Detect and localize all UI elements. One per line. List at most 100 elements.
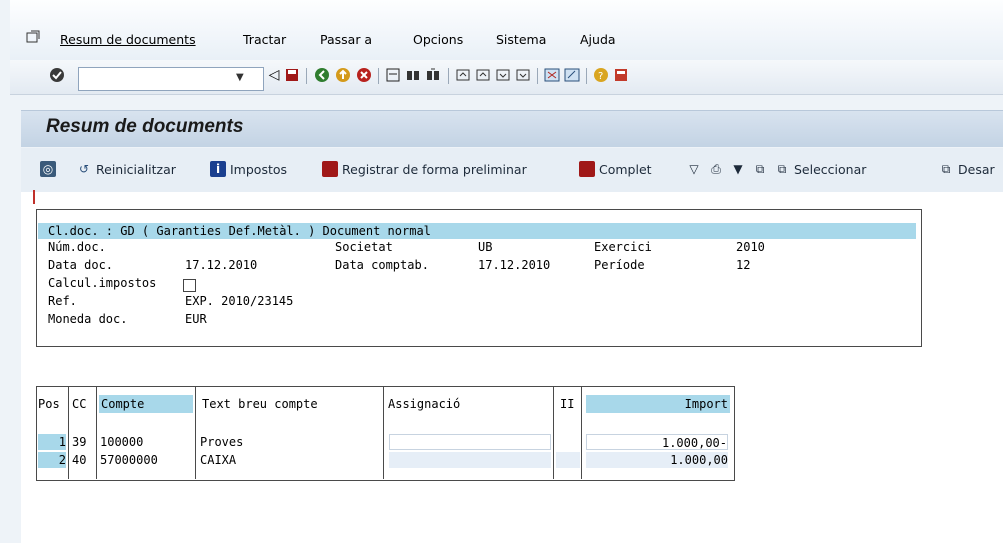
select-icon: ⧉ — [777, 162, 787, 176]
column-header-amount[interactable]: Import — [586, 395, 730, 413]
row-2-account: 57000000 — [100, 453, 158, 467]
doc-date-value: 17.12.2010 — [185, 258, 258, 272]
print-icon[interactable] — [384, 66, 402, 84]
save-icon — [579, 161, 595, 177]
sort-icon: ▼ — [733, 162, 743, 176]
company-value: UB — [478, 240, 493, 254]
column-divider — [581, 387, 582, 479]
column-divider — [68, 387, 69, 479]
reset-button[interactable]: ↺ Reinicialitzar — [76, 161, 176, 177]
save-icon[interactable] — [283, 66, 301, 84]
reset-icon: ↺ — [78, 162, 90, 176]
posting-date-value: 17.12.2010 — [478, 258, 551, 272]
display-button[interactable]: ◎ — [40, 161, 56, 177]
select-all-icon: ⧉ — [755, 162, 765, 176]
toolbar-separator — [306, 68, 307, 84]
park-button[interactable]: Registrar de forma preliminar — [322, 161, 527, 177]
print-list-button[interactable]: ⎙ — [708, 161, 724, 177]
currency-label: Moneda doc. — [48, 312, 128, 326]
select-all-button[interactable]: ⧉ — [752, 161, 768, 177]
company-label: Societat — [335, 240, 393, 254]
column-header-text[interactable]: Text breu compte — [202, 395, 380, 413]
column-header-cc[interactable]: CC — [72, 395, 94, 413]
shortcut-icon[interactable] — [563, 66, 581, 84]
taxes-label: Impostos — [230, 161, 288, 177]
find-icon[interactable] — [404, 66, 422, 84]
menu-tractar[interactable]: Tractar — [243, 32, 286, 47]
currency-value: EUR — [185, 312, 207, 326]
menu-passar[interactable]: Passar a — [320, 32, 372, 47]
taxes-button[interactable]: i Impostos — [210, 161, 287, 177]
menu-resum[interactable]: Resum de documents — [60, 32, 196, 47]
posting-date-label: Data comptab. — [335, 258, 429, 272]
reference-value: EXP. 2010/23145 — [185, 294, 294, 308]
row-1-text: Proves — [200, 435, 244, 449]
row-2-amount[interactable]: 1.000,00 — [586, 452, 728, 468]
complete-button[interactable]: Complet — [579, 161, 652, 177]
filter-button[interactable]: ▽ — [686, 161, 702, 177]
column-header-assignment[interactable]: Assignació — [388, 395, 550, 413]
deselect-label: Desar — [958, 161, 995, 177]
cursor-marker — [33, 190, 35, 204]
row-1-ii — [556, 434, 580, 450]
sum-button[interactable]: ▼ — [730, 161, 746, 177]
row-1-pos[interactable]: 1 — [38, 434, 66, 450]
back-icon[interactable]: ◁ — [265, 66, 283, 84]
display-icon: ◎ — [40, 161, 56, 177]
row-1-amount[interactable]: 1.000,00- — [586, 434, 728, 450]
fiscal-year-label: Exercici — [594, 240, 652, 254]
select-button[interactable]: ⧉ Seleccionar — [774, 161, 867, 177]
reset-label: Reinicialitzar — [96, 161, 176, 177]
deselect-icon: ⧉ — [941, 162, 951, 176]
column-header-ii[interactable]: II — [560, 395, 578, 413]
enter-icon[interactable] — [48, 66, 66, 84]
calc-tax-checkbox[interactable] — [183, 279, 196, 292]
row-2-assignment[interactable] — [389, 452, 551, 468]
page-title: Resum de documents — [46, 116, 244, 137]
last-page-icon[interactable] — [514, 66, 532, 84]
row-2-ii — [556, 452, 580, 468]
complete-label: Complet — [599, 161, 652, 177]
save-icon — [322, 161, 338, 177]
period-value: 12 — [736, 258, 751, 272]
deselect-button[interactable]: ⧉ Desar — [938, 161, 995, 177]
park-label: Registrar de forma preliminar — [342, 161, 527, 177]
toolbar-separator — [537, 68, 538, 84]
row-2-text: CAIXA — [200, 453, 237, 467]
cancel-icon[interactable] — [355, 66, 373, 84]
toolbar-separator — [586, 68, 587, 84]
menu-ajuda[interactable]: Ajuda — [580, 32, 616, 47]
menu-icon[interactable] — [26, 30, 40, 44]
exit-icon[interactable] — [334, 66, 352, 84]
toolbar-separator — [448, 68, 449, 84]
menu-opcions[interactable]: Opcions — [413, 32, 463, 47]
svg-text:?: ? — [598, 71, 603, 82]
next-page-icon[interactable] — [494, 66, 512, 84]
row-1-assignment[interactable] — [389, 434, 551, 450]
column-divider — [553, 387, 554, 479]
help-icon[interactable]: ? — [592, 66, 610, 84]
period-label: Període — [594, 258, 645, 272]
find-next-icon[interactable] — [424, 66, 442, 84]
chevron-down-icon[interactable]: ▼ — [236, 72, 244, 83]
column-divider — [96, 387, 97, 479]
doc-number-label: Núm.doc. — [48, 240, 106, 254]
select-label: Seleccionar — [794, 161, 867, 177]
prev-page-icon[interactable] — [474, 66, 492, 84]
column-divider — [383, 387, 384, 479]
filter-icon: ▽ — [689, 162, 699, 176]
column-header-pos[interactable]: Pos — [38, 395, 68, 413]
first-page-icon[interactable] — [454, 66, 472, 84]
green-back-icon[interactable] — [313, 66, 331, 84]
column-header-account[interactable]: Compte — [99, 395, 193, 413]
menu-bar — [10, 0, 1003, 60]
document-type-line: Cl.doc. : GD ( Garanties Def.Metàl. ) Do… — [48, 224, 431, 238]
new-session-icon[interactable] — [543, 66, 561, 84]
toolbar-separator — [378, 68, 379, 84]
menu-sistema[interactable]: Sistema — [496, 32, 546, 47]
row-1-cc: 39 — [72, 435, 87, 449]
row-2-pos[interactable]: 2 — [38, 452, 66, 468]
layout-icon[interactable] — [612, 66, 630, 84]
reference-label: Ref. — [48, 294, 77, 308]
row-1-account: 100000 — [100, 435, 144, 449]
